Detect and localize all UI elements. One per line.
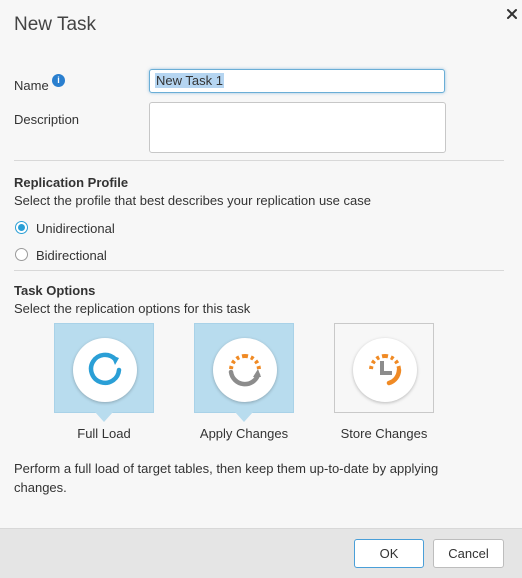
store-changes-icon bbox=[353, 338, 417, 402]
store-changes-label: Store Changes bbox=[340, 426, 428, 441]
description-field[interactable] bbox=[149, 102, 446, 153]
divider bbox=[14, 270, 504, 271]
store-changes-option[interactable] bbox=[334, 323, 434, 413]
task-options-title: Task Options bbox=[14, 283, 96, 298]
full-load-label: Full Load bbox=[77, 426, 131, 441]
selected-pointer bbox=[95, 412, 113, 422]
replication-profile-title: Replication Profile bbox=[14, 175, 129, 190]
replication-profile-subtitle: Select the profile that best describes y… bbox=[14, 193, 371, 208]
full-load-option[interactable] bbox=[54, 323, 154, 422]
name-label: Name bbox=[14, 78, 49, 93]
name-input[interactable]: New Task 1 bbox=[149, 69, 445, 93]
task-options-subtitle: Select the replication options for this … bbox=[14, 301, 251, 316]
close-icon[interactable] bbox=[505, 7, 519, 21]
apply-changes-option[interactable] bbox=[194, 323, 294, 422]
full-load-icon bbox=[73, 338, 137, 402]
bidirectional-label[interactable]: Bidirectional bbox=[36, 248, 107, 263]
cancel-button[interactable]: Cancel bbox=[433, 539, 504, 568]
selected-pointer bbox=[235, 412, 253, 422]
apply-changes-icon bbox=[213, 338, 277, 402]
task-option-description: Perform a full load of target tables, th… bbox=[14, 461, 439, 495]
divider bbox=[14, 160, 504, 161]
new-task-dialog: New Task Name i New Task 1 Description R… bbox=[0, 0, 522, 578]
name-input-value: New Task 1 bbox=[155, 73, 224, 88]
bidirectional-radio[interactable] bbox=[15, 248, 28, 261]
ok-button[interactable]: OK bbox=[354, 539, 424, 568]
unidirectional-radio[interactable] bbox=[15, 221, 28, 234]
info-icon[interactable]: i bbox=[52, 74, 65, 87]
apply-changes-label: Apply Changes bbox=[199, 426, 289, 441]
unidirectional-label[interactable]: Unidirectional bbox=[36, 221, 115, 236]
description-label: Description bbox=[14, 112, 80, 127]
dialog-title: New Task bbox=[14, 14, 97, 35]
